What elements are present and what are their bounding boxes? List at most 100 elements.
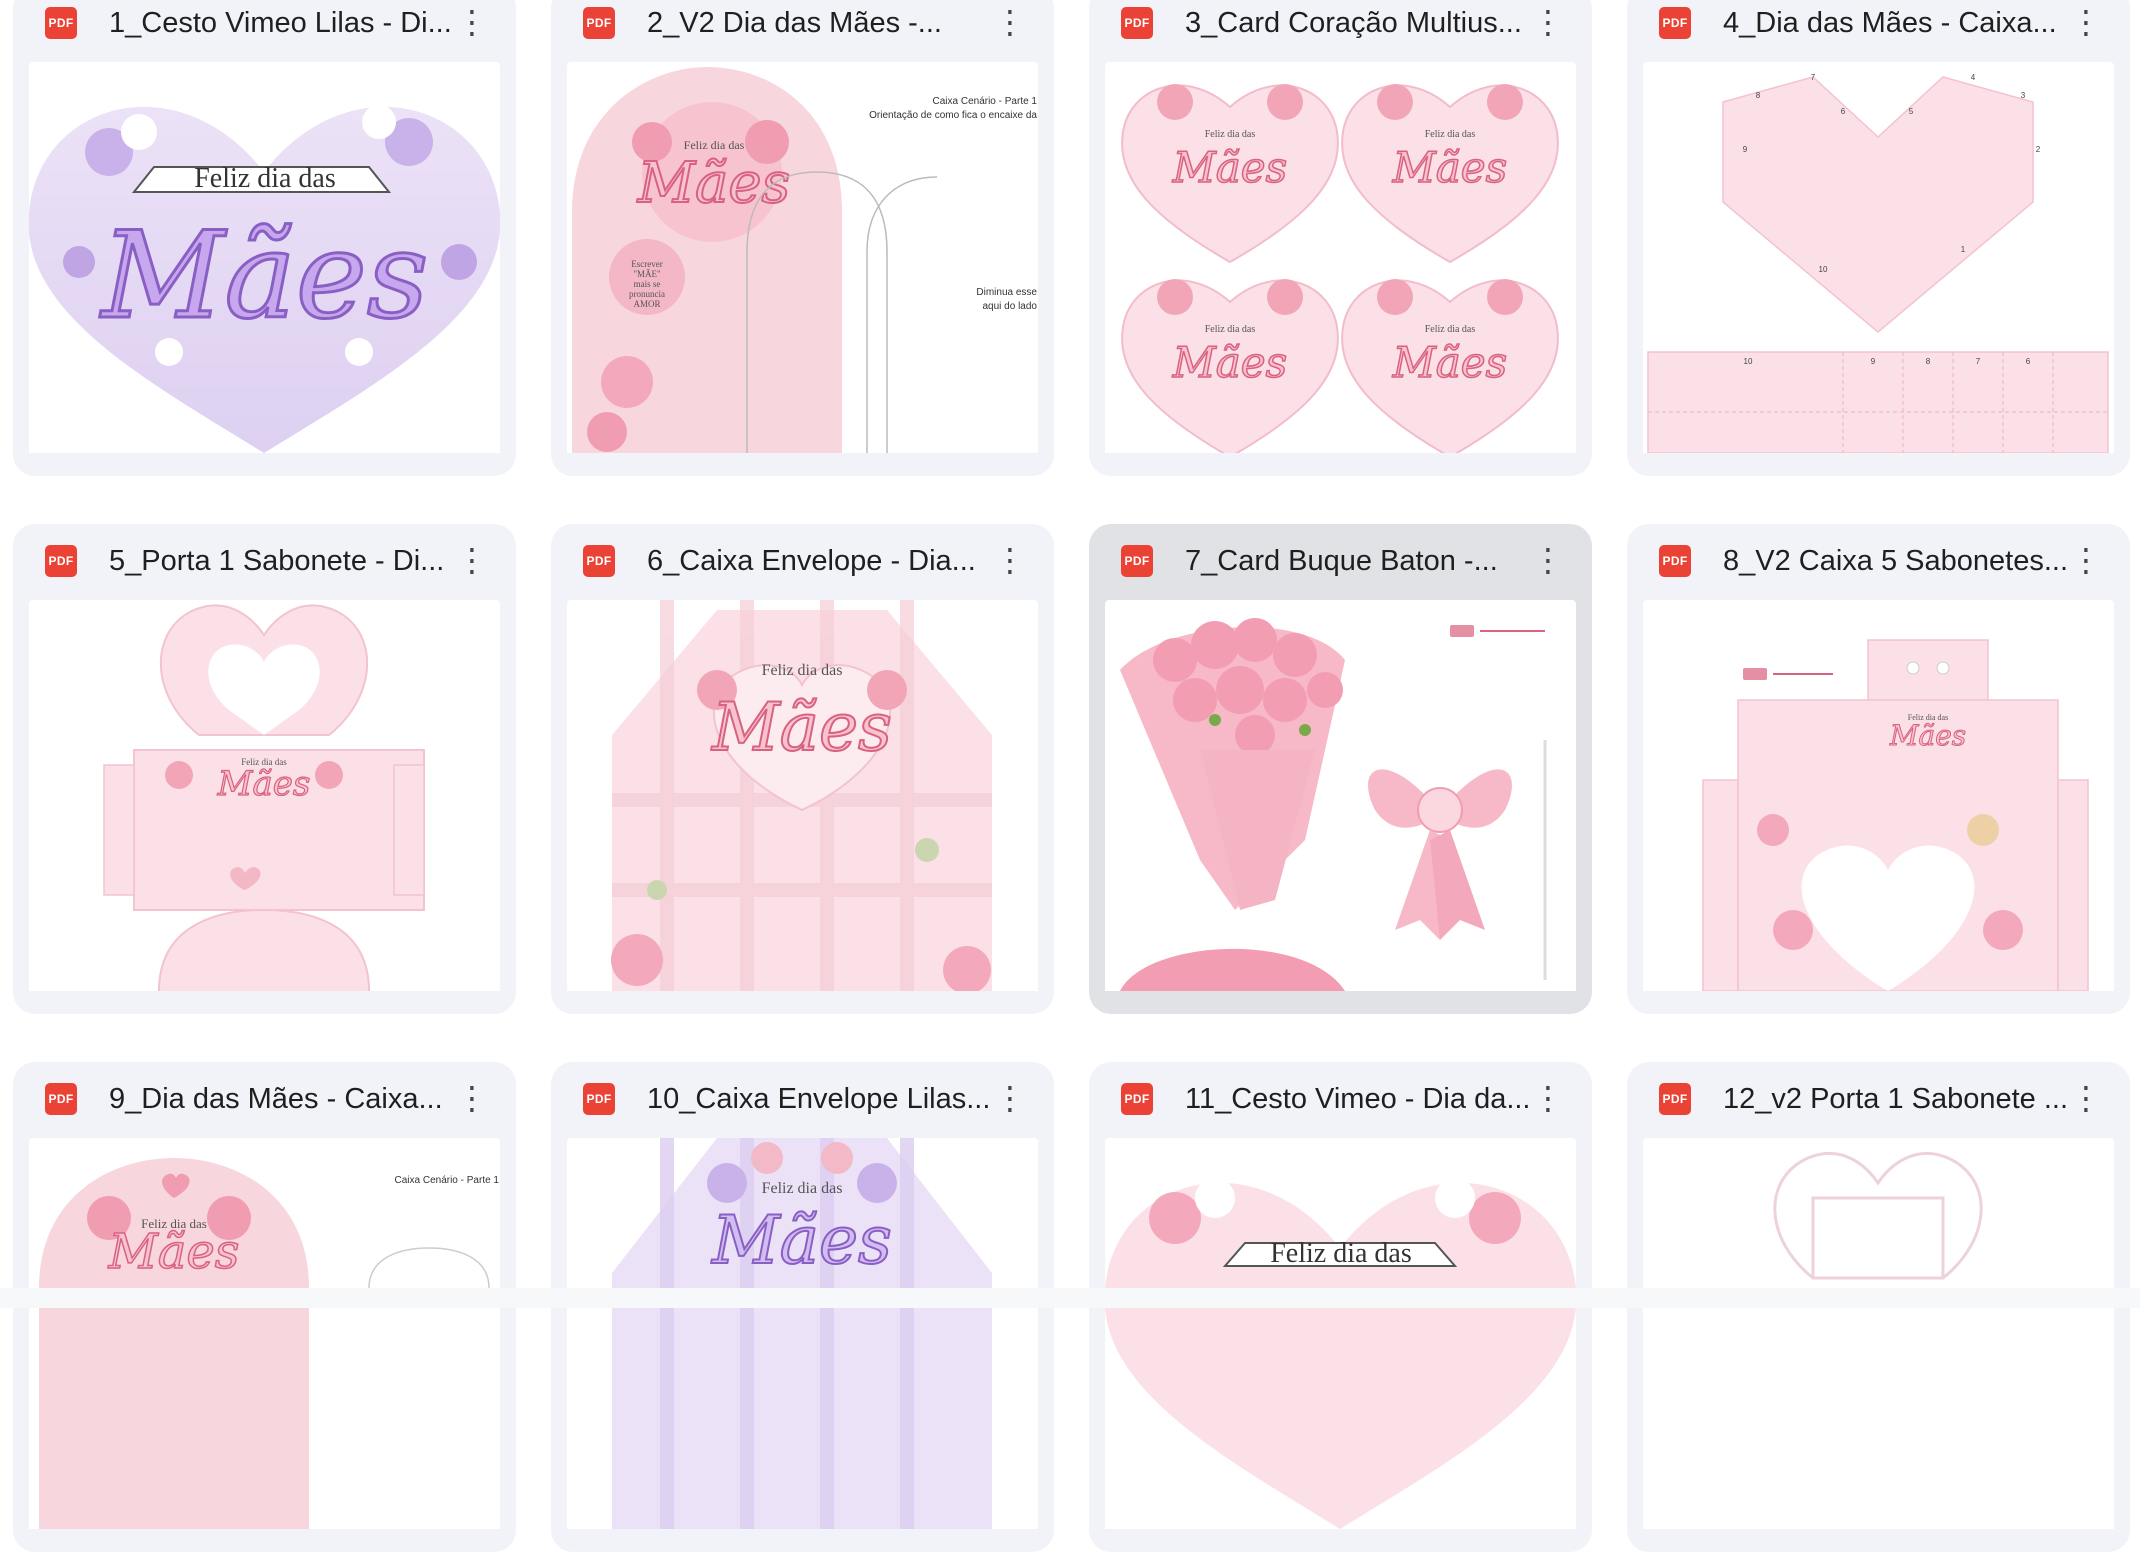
thumb-text: pronuncia (629, 289, 665, 299)
file-thumbnail[interactable]: Feliz dia das Mães (567, 600, 1038, 991)
file-thumbnail[interactable]: Feliz dia das Mães Caixa Cenário - Parte… (29, 1138, 500, 1529)
file-card-header[interactable]: PDF 11_Cesto Vimeo - Dia da... ⋮ (1089, 1062, 1592, 1138)
pdf-icon: PDF (583, 1083, 615, 1115)
pdf-icon: PDF (1659, 545, 1691, 577)
thumb-text: Feliz dia das (762, 1180, 843, 1197)
file-thumbnail[interactable]: Feliz dia das (1105, 1138, 1576, 1529)
thumb-text: mais se (634, 279, 661, 289)
thumbnail-image: Feliz dia das Mães (29, 105, 500, 453)
file-thumbnail[interactable] (1643, 1138, 2114, 1529)
pdf-icon: PDF (1659, 1083, 1691, 1115)
thumb-text: Mães (217, 764, 311, 804)
thumb-text: Mães (1889, 719, 1966, 752)
more-options-icon[interactable]: ⋮ (452, 2, 492, 42)
file-name: 4_Dia das Mães - Caixa... (1723, 7, 2057, 39)
file-card[interactable]: PDF 2_V2 Dia das Mães -... ⋮ Feliz dia d… (551, 0, 1054, 476)
thumb-text: "MÃE" (633, 269, 661, 279)
thumb-text: 1 (1961, 245, 1966, 254)
thumb-text: Mães (1392, 338, 1507, 387)
more-options-icon[interactable]: ⋮ (990, 1078, 1030, 1118)
more-options-icon[interactable]: ⋮ (1528, 2, 1568, 42)
pdf-icon: PDF (45, 1083, 77, 1115)
file-card-header[interactable]: PDF 6_Caixa Envelope - Dia... ⋮ (551, 524, 1054, 600)
file-name: 1_Cesto Vimeo Lilas - Di... (109, 7, 452, 39)
file-card-header[interactable]: PDF 10_Caixa Envelope Lilas... ⋮ (551, 1062, 1054, 1138)
thumbnail-image: Feliz dia das Mães (103, 604, 425, 991)
thumb-text: aqui do lado (983, 301, 1038, 312)
file-card-header[interactable]: PDF 5_Porta 1 Sabonete - Di... ⋮ (13, 524, 516, 600)
thumb-text: Feliz dia das (1205, 129, 1256, 140)
thumb-text: Mães (711, 1202, 892, 1279)
file-card-header[interactable]: PDF 8_V2 Caixa 5 Sabonetes... ⋮ (1627, 524, 2130, 600)
file-card-header[interactable]: PDF 4_Dia das Mães - Caixa... ⋮ (1627, 0, 2130, 62)
thumbnail-image: Feliz dia das Mães (612, 1138, 992, 1529)
pdf-icon: PDF (1121, 7, 1153, 39)
thumb-text: Caixa Cenário - Parte 1 (933, 96, 1038, 107)
file-card-header[interactable]: PDF 7_Card Buque Baton -... ⋮ (1089, 524, 1592, 600)
thumbnail-image: Feliz dia das Mães (611, 600, 992, 991)
file-card[interactable]: PDF 7_Card Buque Baton -... ⋮ (1089, 524, 1592, 1014)
thumb-text: 9 (1871, 357, 1876, 366)
pdf-icon: PDF (1121, 1083, 1153, 1115)
thumbnail-image: Feliz dia das Mães Caixa Cenário - Parte… (39, 1158, 500, 1529)
thumb-text: Diminua esse (976, 287, 1037, 298)
file-thumbnail[interactable]: Feliz dia das Mães (29, 62, 500, 453)
more-options-icon[interactable]: ⋮ (2066, 540, 2106, 580)
thumb-text: 10 (1744, 357, 1753, 366)
file-thumbnail[interactable]: 7 8 6 5 4 3 9 2 10 1 10 9 8 7 6 (1643, 62, 2114, 453)
file-card[interactable]: PDF 1_Cesto Vimeo Lilas - Di... ⋮ Feliz … (13, 0, 516, 476)
more-options-icon[interactable]: ⋮ (452, 1078, 492, 1118)
thumb-text: Feliz dia das (1425, 129, 1476, 140)
file-card-header[interactable]: PDF 2_V2 Dia das Mães -... ⋮ (551, 0, 1054, 62)
file-card[interactable]: PDF 3_Card Coração Multius... ⋮ Feliz di… (1089, 0, 1592, 476)
file-thumbnail[interactable] (1105, 600, 1576, 991)
more-options-icon[interactable]: ⋮ (1528, 540, 1568, 580)
thumb-text: Mães (711, 689, 892, 766)
thumb-text: Feliz dia das (1205, 324, 1256, 335)
page-bottom-edge (0, 1288, 2140, 1308)
thumb-text: Escrever (631, 259, 662, 269)
thumb-text: 7 (1811, 73, 1816, 82)
file-card[interactable]: PDF 8_V2 Caixa 5 Sabonetes... ⋮ Feliz di… (1627, 524, 2130, 1014)
file-card-header[interactable]: PDF 3_Card Coração Multius... ⋮ (1089, 0, 1592, 62)
thumb-text: Feliz dia das (1425, 324, 1476, 335)
file-name: 5_Porta 1 Sabonete - Di... (109, 545, 445, 577)
file-card[interactable]: PDF 6_Caixa Envelope - Dia... ⋮ Feliz di… (551, 524, 1054, 1014)
file-name: 9_Dia das Mães - Caixa... (109, 1083, 443, 1115)
more-options-icon[interactable]: ⋮ (2066, 1078, 2106, 1118)
more-options-icon[interactable]: ⋮ (452, 540, 492, 580)
thumbnail-image: Feliz dia das (1105, 1178, 1576, 1529)
file-card[interactable]: PDF 4_Dia das Mães - Caixa... ⋮ 7 8 6 5 … (1627, 0, 2130, 476)
thumbnail-image: 7 8 6 5 4 3 9 2 10 1 10 9 8 7 6 (1647, 73, 2109, 453)
thumb-text: 8 (1926, 357, 1931, 366)
file-card-header[interactable]: PDF 9_Dia das Mães - Caixa... ⋮ (13, 1062, 516, 1138)
thumb-text: 10 (1819, 265, 1828, 274)
more-options-icon[interactable]: ⋮ (990, 2, 1030, 42)
pdf-icon: PDF (45, 545, 77, 577)
thumb-text: 9 (1743, 145, 1748, 154)
more-options-icon[interactable]: ⋮ (2066, 2, 2106, 42)
thumb-text: 6 (1841, 107, 1846, 116)
file-name: 7_Card Buque Baton -... (1185, 545, 1498, 577)
thumb-text: Caixa Cenário - Parte 1 (395, 1175, 500, 1186)
file-name: 3_Card Coração Multius... (1185, 7, 1522, 39)
more-options-icon[interactable]: ⋮ (990, 540, 1030, 580)
thumb-text: AMOR (633, 299, 660, 309)
pdf-icon: PDF (45, 7, 77, 39)
file-thumbnail[interactable]: Feliz dia das Feliz dia das Feliz dia da… (1105, 62, 1576, 453)
file-thumbnail[interactable]: Feliz dia das Mães (1643, 600, 2114, 991)
thumb-text: 5 (1909, 107, 1914, 116)
file-thumbnail[interactable]: Feliz dia das Mães Escrever "MÃE" mais s… (567, 62, 1038, 453)
thumbnail-image (1773, 1151, 1983, 1280)
pdf-icon: PDF (1121, 545, 1153, 577)
file-card[interactable]: PDF 5_Porta 1 Sabonete - Di... ⋮ Feliz d… (13, 524, 516, 1014)
file-thumbnail[interactable]: Feliz dia das Mães (567, 1138, 1038, 1529)
thumb-text: 4 (1971, 73, 1976, 82)
thumb-text: Feliz dia das (684, 138, 745, 152)
thumb-text: 8 (1756, 91, 1761, 100)
file-card-header[interactable]: PDF 1_Cesto Vimeo Lilas - Di... ⋮ (13, 0, 516, 62)
thumb-text: 6 (2026, 357, 2031, 366)
file-thumbnail[interactable]: Feliz dia das Mães (29, 600, 500, 991)
file-card-header[interactable]: PDF 12_v2 Porta 1 Sabonete ... ⋮ (1627, 1062, 2130, 1138)
more-options-icon[interactable]: ⋮ (1528, 1078, 1568, 1118)
